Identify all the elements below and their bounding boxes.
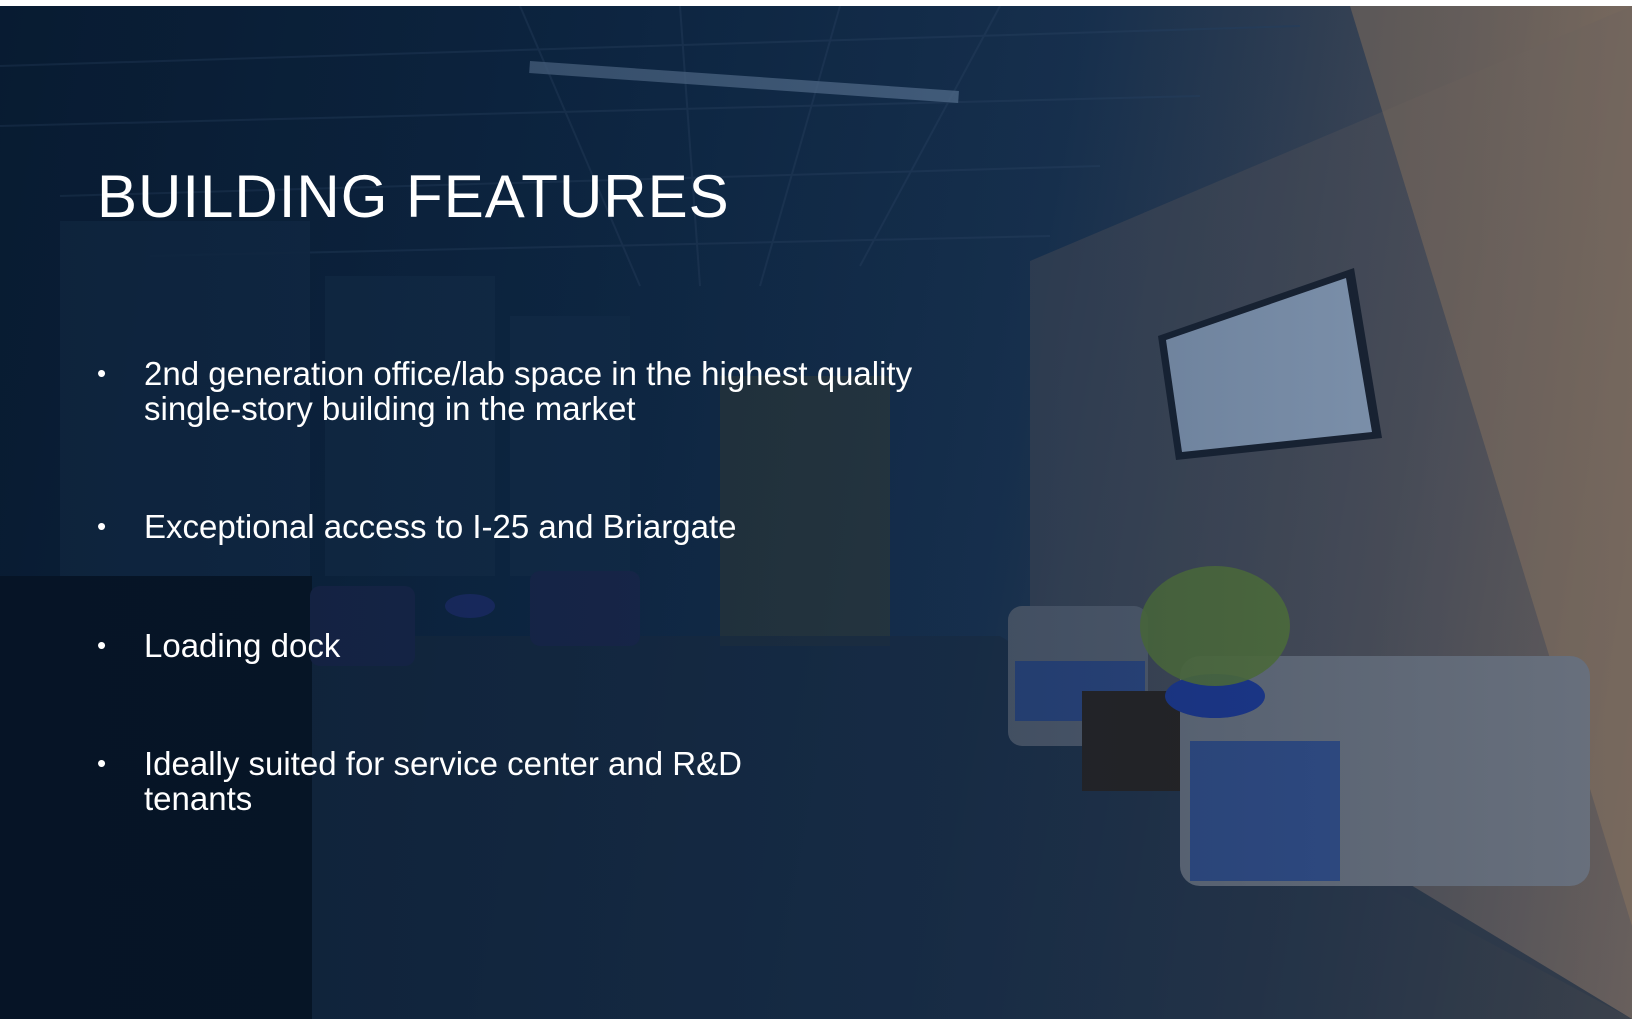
bullet-icon: • xyxy=(97,748,107,778)
feature-item: • Ideally suited for service center and … xyxy=(97,746,857,816)
feature-item: • Exceptional access to I-25 and Briarga… xyxy=(97,509,957,544)
feature-text: Exceptional access to I-25 and Briargate xyxy=(144,508,737,545)
feature-item: • 2nd generation office/lab space in the… xyxy=(97,356,957,426)
feature-item: • Loading dock xyxy=(97,628,957,663)
slide: BUILDING FEATURES • 2nd generation offic… xyxy=(0,6,1632,1019)
bullet-icon: • xyxy=(97,511,107,541)
feature-text: 2nd generation office/lab space in the h… xyxy=(144,355,913,427)
feature-text: Loading dock xyxy=(144,627,341,664)
bullet-icon: • xyxy=(97,630,107,660)
bullet-icon: • xyxy=(97,358,107,388)
slide-title: BUILDING FEATURES xyxy=(97,163,730,230)
feature-text: Ideally suited for service center and R&… xyxy=(144,745,742,817)
